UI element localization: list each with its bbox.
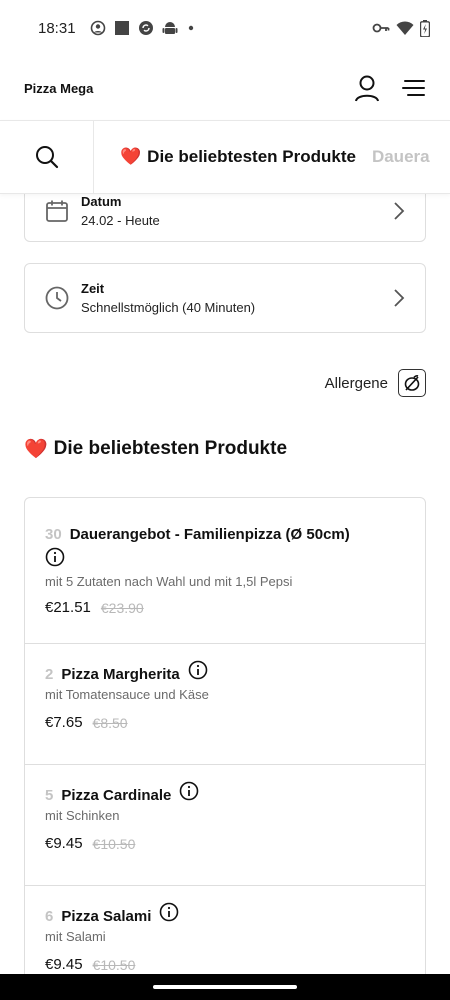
product-price: €9.45 xyxy=(45,835,83,852)
tab-label: Die beliebtesten Produkte xyxy=(147,147,356,166)
product-old-price: €10.50 xyxy=(92,956,136,973)
info-icon xyxy=(180,781,199,800)
status-bar: 18:31 xyxy=(0,0,450,56)
allergen-label: Allergene xyxy=(324,374,388,392)
product-old-price: €8.50 xyxy=(92,714,128,731)
product-card[interactable]: 2 Pizza Margherita mit Tomatensauce und … xyxy=(25,644,425,765)
search-button[interactable] xyxy=(0,121,94,193)
account-icon xyxy=(355,75,379,102)
product-description: mit Schinken xyxy=(45,808,120,823)
product-description: mit Salami xyxy=(45,929,106,944)
product-number: 5 xyxy=(45,787,54,804)
heart-emoji: ❤️ xyxy=(24,439,48,460)
menu-icon xyxy=(402,80,425,96)
system-navigation-bar xyxy=(0,974,450,1000)
status-notification-icons xyxy=(90,20,196,36)
allergen-filter: Allergene xyxy=(325,369,426,397)
tab-label: Dauera xyxy=(371,147,430,166)
sync-circle-icon xyxy=(138,21,153,35)
allergen-filter-icon xyxy=(404,375,420,391)
date-title: Datum xyxy=(81,194,122,209)
user-circle-icon xyxy=(90,20,105,36)
product-info-button[interactable] xyxy=(159,902,179,922)
time-value: Schnellstmöglich (40 Minuten) xyxy=(81,300,256,315)
time-selector[interactable]: Zeit Schnellstmöglich (40 Minuten) xyxy=(24,263,426,333)
battery-charging-icon xyxy=(420,19,430,37)
product-prices: €9.45 €10.50 xyxy=(45,956,405,973)
allergen-button[interactable] xyxy=(398,369,426,397)
info-icon xyxy=(45,547,65,567)
product-card[interactable]: 6 Pizza Salami mit Salami €9.45 €10.50 xyxy=(25,886,425,974)
product-header: 5 Pizza Cardinale xyxy=(45,781,405,804)
stop-square-icon xyxy=(114,21,129,35)
product-name: Pizza Cardinale xyxy=(61,787,172,804)
home-gesture-handle[interactable] xyxy=(153,985,297,989)
wifi-icon xyxy=(396,21,414,35)
date-value: 24.02 - Heute xyxy=(81,213,160,228)
product-header: 6 Pizza Salami xyxy=(45,902,405,925)
tab-dauerangebot[interactable]: Dauera xyxy=(372,147,430,167)
time-text: Zeit Schnellstmöglich (40 Minuten) xyxy=(81,281,255,315)
time-title: Zeit xyxy=(81,281,105,296)
product-prices: €7.65 €8.50 xyxy=(45,714,405,731)
tab-popular-products[interactable]: ❤️ Die beliebtesten Produkte xyxy=(120,147,356,167)
clock-icon xyxy=(45,286,69,310)
app-header: Pizza Mega xyxy=(0,56,450,120)
product-info-button[interactable] xyxy=(179,781,199,801)
date-text: Datum 24.02 - Heute xyxy=(81,194,160,228)
product-card[interactable]: 30 Dauerangebot - Familienpizza (Ø 50cm)… xyxy=(25,498,425,644)
heart-emoji: ❤️ xyxy=(120,147,142,166)
product-description: mit Tomatensauce und Käse xyxy=(45,687,209,702)
product-prices: €21.51 €23.90 xyxy=(45,599,405,616)
status-time: 18:31 xyxy=(38,19,76,37)
date-selector[interactable]: Datum 24.02 - Heute xyxy=(24,194,426,242)
product-number: 2 xyxy=(45,666,54,683)
category-tabs: ❤️ Die beliebtesten Produkte Dauera xyxy=(94,147,430,167)
section-title: ❤️ Die beliebtesten Produkte xyxy=(24,437,287,461)
product-price: €7.65 xyxy=(45,714,83,731)
menu-button[interactable] xyxy=(402,79,426,97)
product-description: mit 5 Zutaten nach Wahl und mit 1,5l Pep… xyxy=(45,574,293,589)
product-number: 6 xyxy=(45,908,54,925)
android-icon xyxy=(162,22,178,34)
product-name: Pizza Salami xyxy=(61,908,152,925)
key-icon xyxy=(372,23,390,33)
dot-icon xyxy=(188,25,193,31)
product-price: €9.45 xyxy=(45,956,83,973)
product-old-price: €10.50 xyxy=(92,835,136,852)
product-old-price: €23.90 xyxy=(100,599,144,616)
product-header: 2 Pizza Margherita xyxy=(45,660,405,683)
chevron-right-icon xyxy=(394,289,405,307)
product-number: 30 xyxy=(45,526,62,543)
product-name: Pizza Margherita xyxy=(61,666,180,683)
search-icon xyxy=(35,146,58,169)
section-title-text: Die beliebtesten Produkte xyxy=(53,438,288,459)
product-info-button[interactable] xyxy=(45,547,65,567)
product-info-button[interactable] xyxy=(188,660,208,680)
main-content: Datum 24.02 - Heute Zeit Schnellstmöglic… xyxy=(0,194,450,974)
chevron-right-icon xyxy=(394,202,405,220)
category-tab-bar: ❤️ Die beliebtesten Produkte Dauera xyxy=(0,120,450,194)
header-actions xyxy=(354,74,426,102)
product-price: €21.51 xyxy=(45,599,91,616)
info-icon xyxy=(188,660,208,679)
product-prices: €9.45 €10.50 xyxy=(45,835,405,852)
info-icon xyxy=(160,902,179,921)
product-header: 30 Dauerangebot - Familienpizza (Ø 50cm) xyxy=(45,526,405,543)
account-button[interactable] xyxy=(354,74,380,102)
product-name: Dauerangebot - Familienpizza (Ø 50cm) xyxy=(69,526,350,543)
product-list: 30 Dauerangebot - Familienpizza (Ø 50cm)… xyxy=(24,497,426,974)
status-system-icons xyxy=(372,19,430,37)
calendar-icon xyxy=(46,200,68,222)
brand-name[interactable]: Pizza Mega xyxy=(24,81,93,96)
product-card[interactable]: 5 Pizza Cardinale mit Schinken €9.45 €10… xyxy=(25,765,425,886)
